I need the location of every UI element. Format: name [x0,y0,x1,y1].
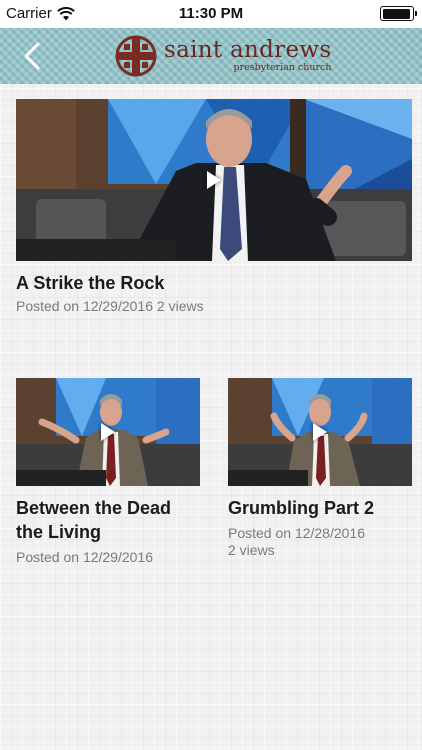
battery-icon [380,6,417,21]
video-title: Between the Dead the Living [16,498,172,542]
video-views: 2 views [228,542,275,558]
play-icon [101,423,115,441]
play-icon [207,171,221,189]
video-posted-date: Posted on 12/29/2016 [16,298,154,314]
video-thumbnail[interactable] [16,99,412,261]
cross-logo-icon [115,35,157,77]
video-card[interactable]: Between the Dead the Living Posted on 12… [16,378,200,566]
video-title: A Strike the Rock [16,273,165,293]
video-meta: Posted on 12/29/2016 [16,549,200,566]
logo-subtitle: presbyterian church [233,62,332,74]
video-posted-date: Posted on 12/29/2016 [16,549,154,565]
status-time: 11:30 PM [178,5,244,22]
status-bar: Carrier 11:30 PM [0,0,422,28]
video-title: Grumbling Part 2 [228,498,375,518]
video-meta: Posted on 12/28/2016 2 views [228,525,412,559]
back-chevron-icon [24,42,40,70]
header-bar: saint andrews presbyterian church [0,28,422,84]
video-thumbnail[interactable] [228,378,412,486]
video-meta: Posted on 12/29/2016 2 views [16,298,412,315]
back-button[interactable] [16,40,48,72]
church-logo: saint andrews presbyterian church [114,34,331,78]
play-icon [313,423,327,441]
video-card[interactable]: Grumbling Part 2 Posted on 12/28/2016 2 … [228,378,412,559]
app-screen: Carrier 11:30 PM saint andrews presbyter… [0,0,422,750]
video-card[interactable]: A Strike the Rock Posted on 12/29/2016 2… [16,99,412,315]
video-views: 2 views [156,298,204,314]
logo-name: saint andrews [164,37,332,64]
video-posted-date: Posted on 12/28/2016 [228,525,366,541]
video-thumbnail[interactable] [16,378,200,486]
